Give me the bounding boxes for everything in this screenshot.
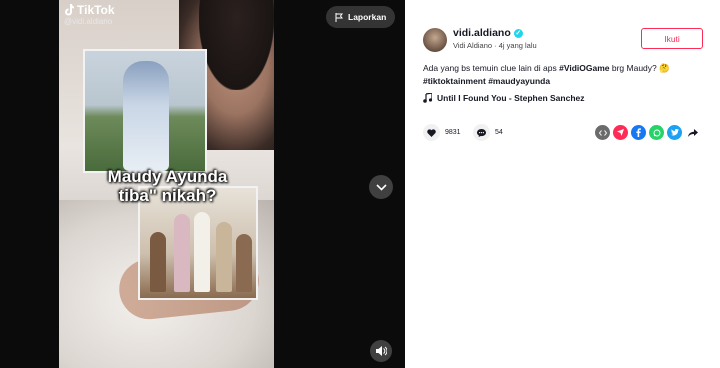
like-button[interactable] [423, 124, 440, 141]
post-time: 4j yang lalu [498, 41, 537, 50]
like-stat: 9831 [423, 124, 461, 141]
facebook-share-button[interactable] [631, 125, 646, 140]
guest-figure [150, 232, 166, 292]
facebook-icon [636, 128, 641, 137]
hashtag-link[interactable]: #maudyayunda [488, 76, 550, 86]
paper-plane-icon [617, 129, 624, 136]
report-button[interactable]: Laporkan [326, 6, 396, 28]
display-name: Vidi Aldiano [453, 41, 493, 50]
username-row[interactable]: vidi.aldiano ✓ [453, 27, 523, 39]
whatsapp-icon [653, 129, 660, 136]
music-note-icon [423, 93, 432, 103]
hashtag-link[interactable]: #tiktoktainment [423, 76, 486, 86]
title-line-1: Maudy Ayunda [107, 167, 228, 186]
couple-figure [123, 61, 169, 171]
username[interactable]: vidi.aldiano [453, 27, 511, 39]
groom-figure [194, 212, 210, 292]
caption-text: Ada yang bs temuin clue lain di aps [423, 63, 560, 73]
more-share-button[interactable] [685, 125, 700, 140]
wedding-photo-top [83, 49, 207, 173]
send-to-friends-button[interactable] [613, 125, 628, 140]
video-player[interactable]: Maudy Ayunda tiba" nikah? TikTok @vidi.a… [0, 0, 405, 368]
speaker-icon [375, 346, 387, 356]
whatsapp-share-button[interactable] [649, 125, 664, 140]
avatar[interactable] [423, 28, 447, 52]
post-info-panel: vidi.aldiano ✓ Vidi Aldiano · 4j yang la… [405, 0, 720, 368]
caption-text-2: brg Maudy? 🤔 [609, 63, 670, 73]
twitter-share-button[interactable] [667, 125, 682, 140]
video-overlay-title: Maudy Ayunda tiba" nikah? [60, 167, 275, 205]
title-line-2: tiba" nikah? [118, 186, 217, 205]
tiktok-note-icon [65, 4, 74, 16]
hashtag-link[interactable]: #VidiOGame [559, 63, 609, 73]
bride-figure [174, 214, 190, 292]
guest-figure [236, 234, 252, 292]
post-caption: Ada yang bs temuin clue lain di aps #Vid… [423, 62, 713, 88]
comment-button[interactable] [473, 124, 490, 141]
flag-icon [335, 12, 343, 22]
volume-button[interactable] [370, 340, 392, 362]
follow-button[interactable]: Ikuti [641, 28, 703, 49]
like-count: 9831 [445, 129, 461, 136]
author-subline: Vidi Aldiano · 4j yang lalu [453, 41, 537, 50]
report-label: Laporkan [348, 12, 387, 22]
chevron-down-icon [375, 183, 387, 191]
twitter-bird-icon [670, 129, 679, 136]
comment-stat: 54 [473, 124, 503, 141]
music-title: Until I Found You - Stephen Sanchez [437, 93, 585, 103]
comment-icon [477, 128, 486, 137]
comment-count: 54 [495, 129, 503, 136]
next-video-button[interactable] [369, 175, 393, 199]
watermark-handle: @vidi.aldiano [64, 17, 113, 26]
code-icon [598, 129, 607, 136]
share-row [595, 125, 700, 140]
embed-button[interactable] [595, 125, 610, 140]
music-link[interactable]: Until I Found You - Stephen Sanchez [423, 93, 585, 103]
tiktok-watermark: TikTok [64, 3, 115, 17]
share-arrow-icon [687, 128, 698, 137]
verified-badge-icon: ✓ [513, 28, 523, 38]
hair-shape [199, 0, 274, 90]
heart-icon [427, 128, 436, 137]
tiktok-brand-text: TikTok [77, 3, 115, 17]
guest-figure [216, 222, 232, 292]
